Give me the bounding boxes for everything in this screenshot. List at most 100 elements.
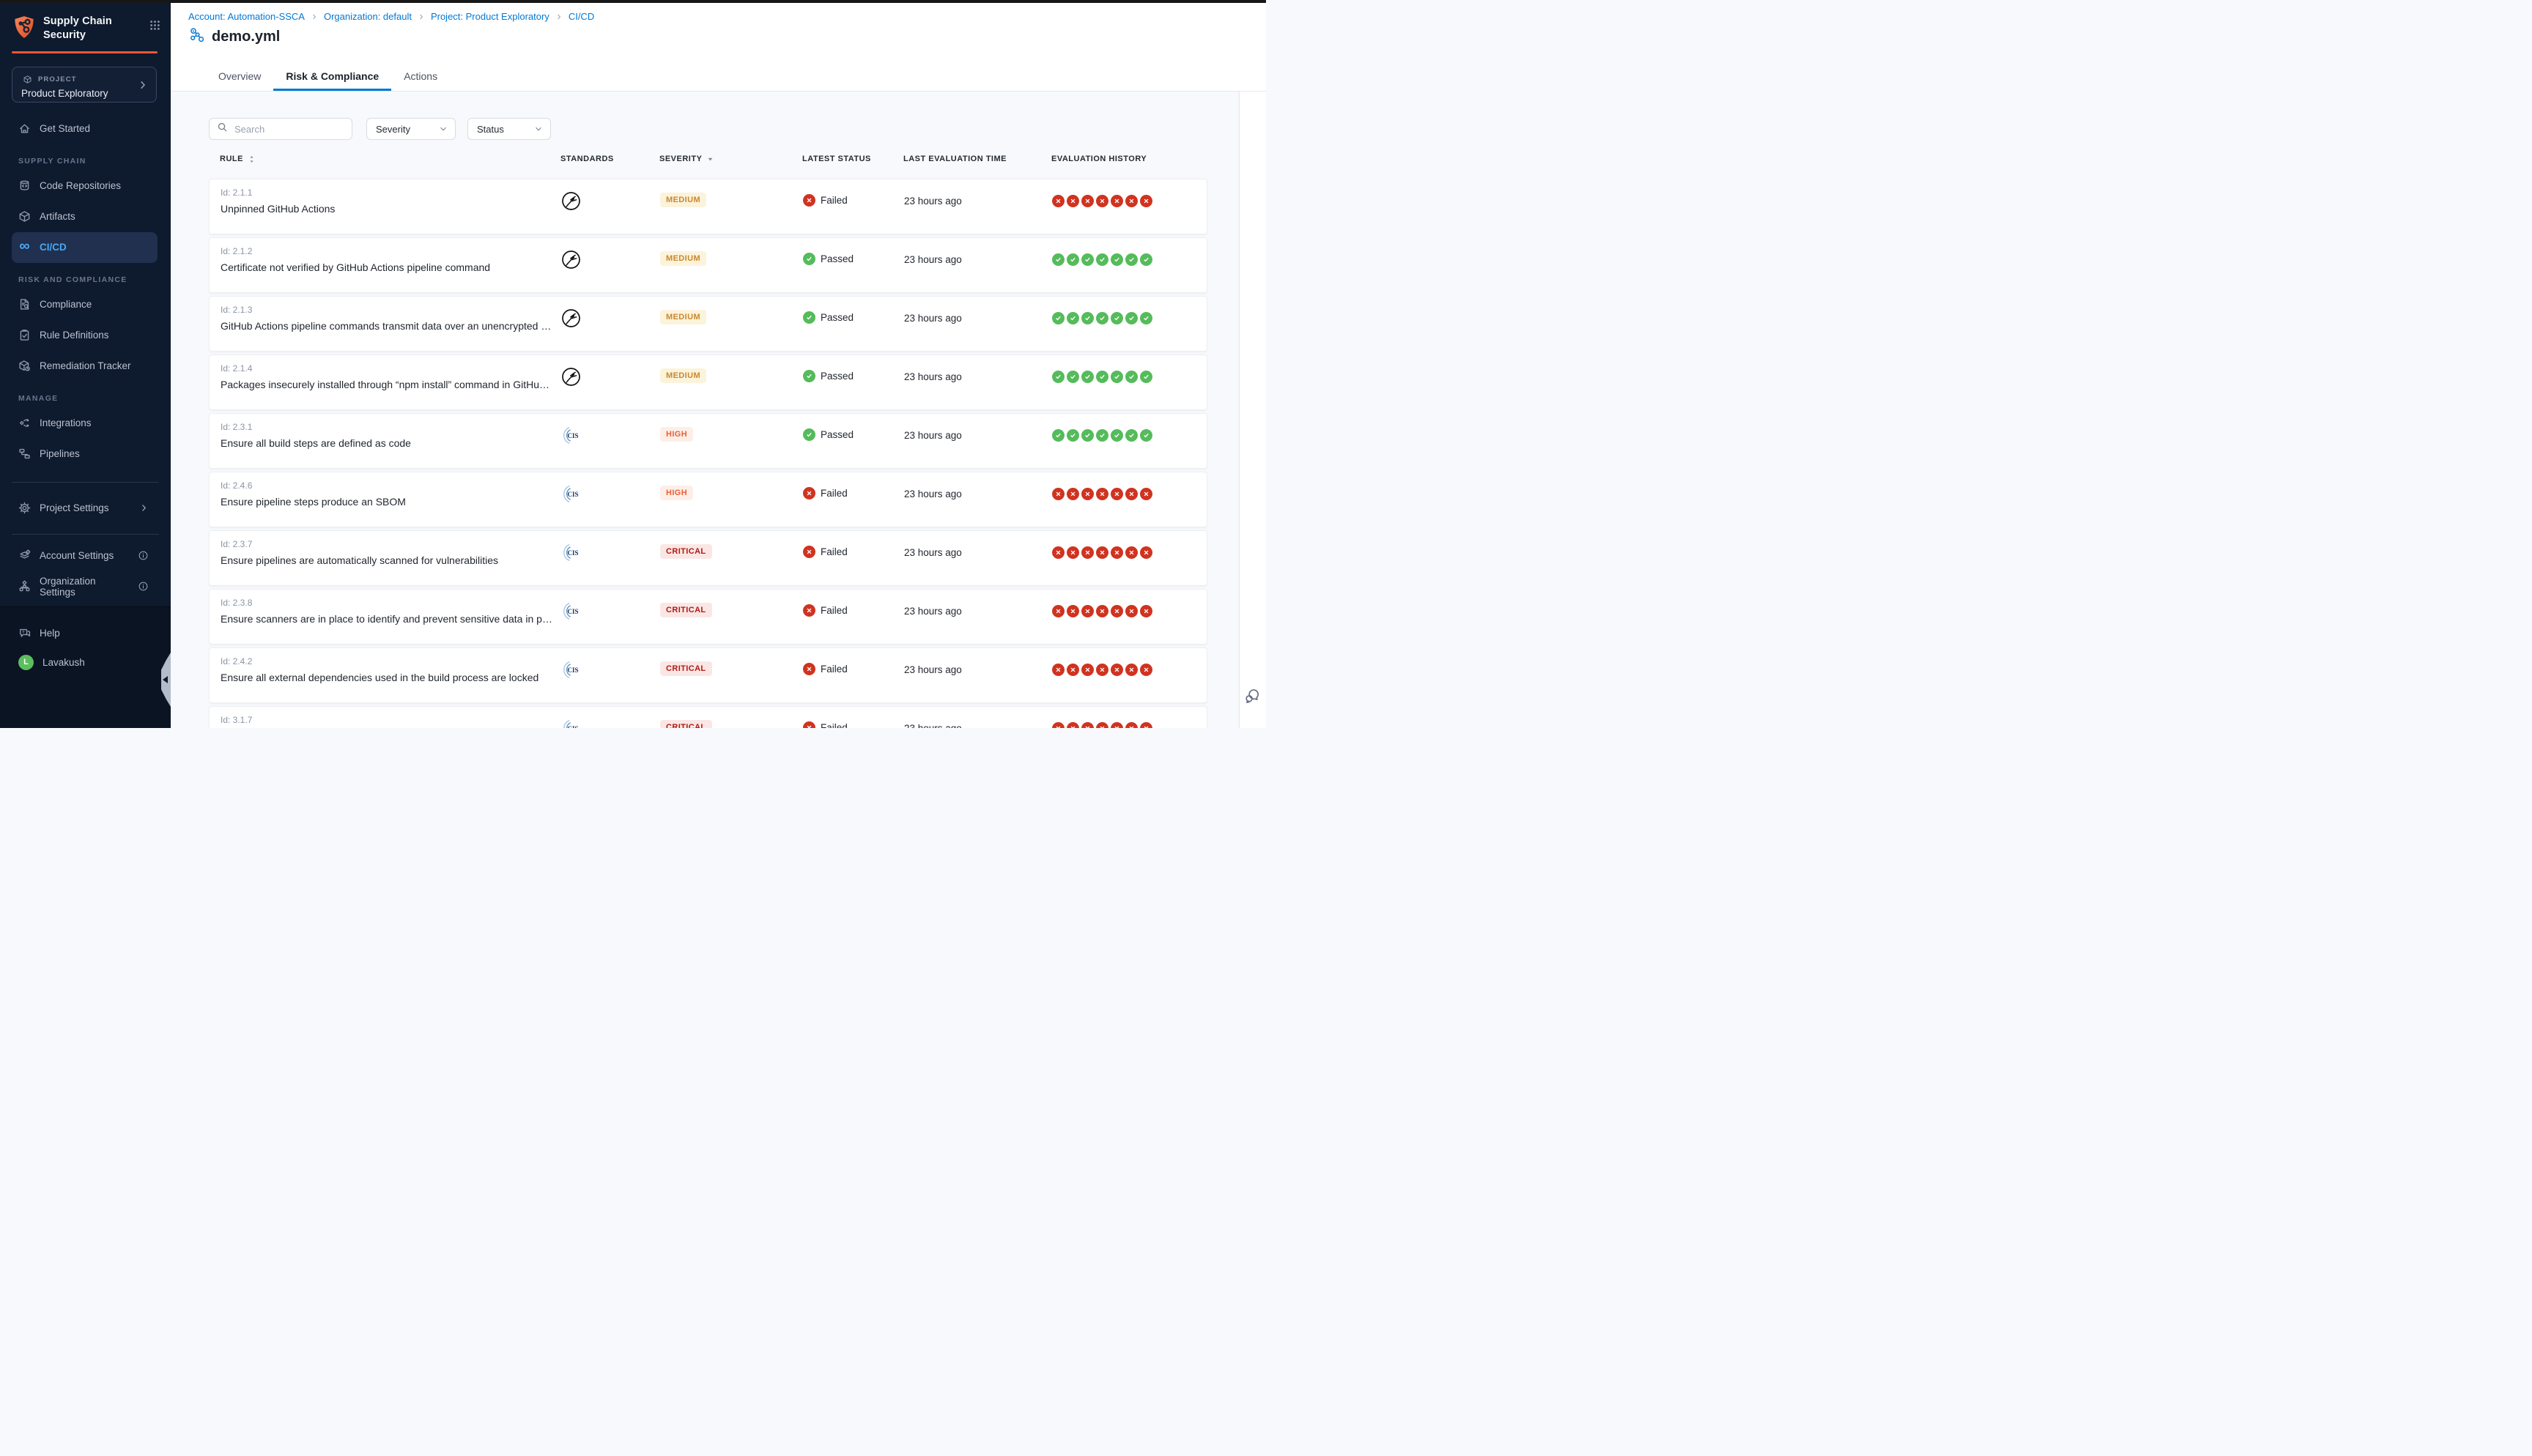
table-row[interactable]: Id: 2.1.2 Certificate not verified by Gi… [209,237,1207,293]
column-header-label: SEVERITY [659,155,702,163]
table-row[interactable]: Id: 2.3.8 Ensure scanners are in place t… [209,589,1207,645]
breadcrumb-separator-icon [418,13,425,21]
breadcrumb-link-organization-default[interactable]: Organization: default [324,11,412,22]
column-header-standards: STANDARDS [560,155,659,163]
search-input[interactable] [233,123,344,135]
history-pass-icon [1140,371,1152,383]
history-fail-icon [1140,546,1152,559]
status-text: Failed [821,604,848,617]
sidebar-item-compliance[interactable]: Compliance [12,289,158,320]
history-pass-icon [1052,371,1065,383]
severity-badge: CRITICAL [660,544,712,559]
standards-cell: CIS [561,414,660,468]
sidebar-item-ci-cd[interactable]: ∞ CI/CD [12,232,158,263]
severity-cell: MEDIUM [660,297,803,351]
clipboard-check-icon [18,329,31,341]
table-row[interactable]: Id: 2.1.1 Unpinned GitHub Actions MEDIUM… [209,179,1207,234]
status-failed-icon [803,663,815,675]
status-cell: Failed [803,590,904,644]
project-selector[interactable]: PROJECT Product Exploratory [12,67,157,103]
sidebar-divider [12,534,159,535]
history-pass-icon [1096,371,1108,383]
sidebar-item-pipelines[interactable]: Pipelines [12,439,158,469]
table-row[interactable]: Id: 2.4.2 Ensure all external dependenci… [209,647,1207,703]
history-fail-icon [1081,722,1094,728]
history-fail-icon [1052,488,1065,500]
sort-icon[interactable] [247,155,256,164]
tab-actions[interactable]: Actions [391,63,450,91]
sidebar-item-organization-settings[interactable]: Organization Settings [12,571,158,602]
history-pass-icon [1096,429,1108,442]
owasp-logo-icon [561,201,581,214]
status-failed-icon [803,194,815,207]
history-fail-icon [1067,546,1079,559]
column-header-label: LATEST STATUS [802,155,871,163]
history-pass-icon [1081,371,1094,383]
rule-id: Id: 2.1.1 [221,187,554,198]
dropdown-severity[interactable]: Severity [366,118,456,140]
severity-badge: CRITICAL [660,720,712,728]
sidebar-item-get-started[interactable]: Get Started [12,114,158,144]
caret-down-icon[interactable] [706,155,715,164]
sidebar-section-risk-and-compliance: RISK AND COMPLIANCE [18,270,171,289]
column-header-latest-status: LATEST STATUS [802,155,903,163]
module-grid-icon[interactable] [149,20,160,34]
sidebar-settings-nav: Project Settings Account Settings Organi… [0,493,171,602]
table-row[interactable]: Id: 2.1.4 Packages insecurely installed … [209,354,1207,410]
severity-cell: CRITICAL [660,590,803,644]
table-row[interactable]: Id: 2.3.7 Ensure pipelines are automatic… [209,530,1207,586]
sidebar-item-rule-definitions[interactable]: Rule Definitions [12,320,158,351]
severity-badge: CRITICAL [660,603,712,617]
info-icon [138,581,149,592]
rule-id: Id: 2.1.2 [221,246,554,256]
sidebar-item-label: Organization Settings [40,576,129,598]
severity-cell: CRITICAL [660,531,803,585]
rule-cell: Id: 2.3.8 Ensure scanners are in place t… [210,590,561,644]
app-title: Supply Chain Security [43,15,112,42]
page-title: demo.yml [212,29,280,45]
sidebar-item-help[interactable]: ? Help [12,618,158,647]
history-fail-icon [1125,664,1138,676]
tab-risk-compliance[interactable]: Risk & Compliance [273,63,391,91]
status-failed-icon [803,546,815,558]
table-row[interactable]: Id: 2.4.6 Ensure pipeline steps produce … [209,472,1207,527]
status-cell: Failed [803,179,904,234]
table-row[interactable]: Id: 2.1.3 GitHub Actions pipeline comman… [209,296,1207,352]
severity-cell: HIGH [660,472,803,527]
sidebar-item-artifacts[interactable]: Artifacts [12,201,158,232]
history-fail-icon [1140,664,1152,676]
sidebar-item-label: Integrations [40,417,92,428]
status-cell: Passed [803,238,904,292]
sidebar-item-project-settings[interactable]: Project Settings [12,493,158,524]
sidebar-item-remediation-tracker[interactable]: Remediation Tracker [12,351,158,382]
dropdown-status[interactable]: Status [467,118,551,140]
table-row[interactable]: Id: 2.3.1 Ensure all build steps are def… [209,413,1207,469]
pipeline-icon [188,26,206,48]
history-pass-icon [1125,371,1138,383]
breadcrumb-link-project-product-exploratory[interactable]: Project: Product Exploratory [431,11,549,22]
breadcrumb-link-ci-cd[interactable]: CI/CD [569,11,594,22]
sidebar-item-code-repositories[interactable]: Code Repositories [12,171,158,201]
sidebar-item-label: Code Repositories [40,180,121,191]
history-fail-icon [1125,546,1138,559]
tab-overview[interactable]: Overview [206,63,273,91]
brand: Supply Chain Security [0,3,171,42]
history-fail-icon [1067,722,1079,728]
brand-accent-bar [12,51,158,53]
tab-bar: OverviewRisk & ComplianceActions [206,63,450,91]
table-row[interactable]: Id: 3.1.7 CIS CRITICAL Failed 23 hours a… [209,706,1207,728]
chat-bubbles-icon[interactable] [1243,686,1262,709]
sidebar-item-label: Project Settings [40,502,109,513]
severity-cell: CRITICAL [660,648,803,702]
evaluation-time: 23 hours ago [904,590,1052,644]
evaluation-time: 23 hours ago [904,472,1052,527]
user-menu[interactable]: L Lavakush [12,647,158,677]
owasp-logo-icon [561,377,581,390]
sidebar-item-account-settings[interactable]: Account Settings [12,541,158,571]
breadcrumb-link-account-automation-ssca[interactable]: Account: Automation-SSCA [188,11,305,22]
breadcrumb-separator-icon [311,13,318,21]
sidebar-item-integrations[interactable]: Integrations [12,408,158,439]
rule-cell: Id: 2.3.1 Ensure all build steps are def… [210,414,561,468]
layers-gear-icon [18,549,31,562]
standards-cell: CIS [561,590,660,644]
